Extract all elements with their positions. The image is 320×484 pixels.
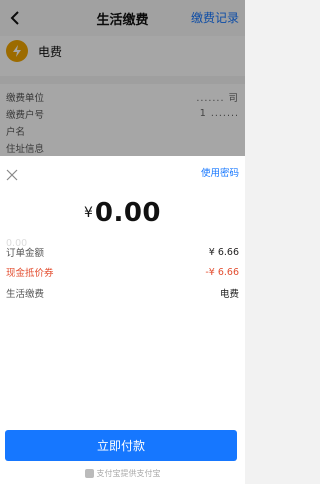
payment-sheet: 使用密码 ¥0.00 0.00 订单金额 ¥ 6.66 现金抵价券 -¥ 6.6…	[0, 156, 245, 484]
coupon-value: -¥ 6.66	[205, 266, 239, 278]
currency-symbol: ¥	[83, 205, 93, 221]
coupon-label: 现金抵价券	[6, 268, 54, 279]
service-value: 电费	[219, 289, 239, 300]
footer-text: 支付宝提供支付宝	[96, 469, 161, 478]
coupon-row[interactable]: 现金抵价券 -¥ 6.66	[6, 264, 239, 280]
close-icon[interactable]	[6, 166, 18, 181]
service-row: 生活缴费 电费	[6, 285, 239, 301]
use-password-link[interactable]: 使用密码	[201, 165, 239, 179]
order-amount-value: ¥ 6.66	[208, 246, 239, 258]
footer-note: 支付宝提供支付宝	[0, 468, 245, 479]
order-amount-label: 订单金额	[6, 248, 45, 259]
amount-value: 0.00	[94, 198, 162, 228]
pay-now-button[interactable]: 立即付款	[5, 430, 237, 461]
service-label: 生活缴费	[6, 289, 45, 300]
pay-amount: ¥0.00	[0, 198, 245, 228]
shield-icon	[84, 469, 94, 478]
order-amount-row: 订单金额 ¥ 6.66	[6, 244, 239, 260]
